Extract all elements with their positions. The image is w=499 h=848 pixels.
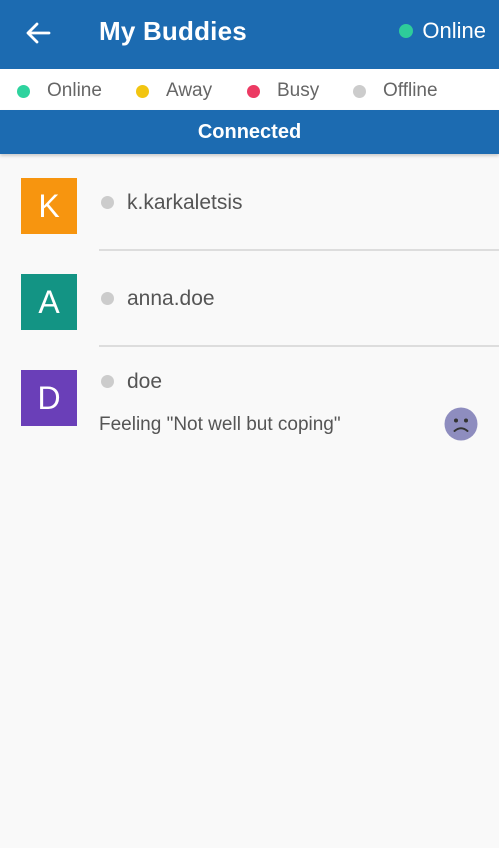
page-title: My Buddies bbox=[99, 16, 247, 46]
connection-status-bar: Connected bbox=[0, 110, 499, 154]
avatar: K bbox=[21, 178, 77, 234]
legend-label: Online bbox=[47, 80, 102, 101]
legend-label: Busy bbox=[277, 80, 320, 101]
legend-label: Away bbox=[166, 80, 213, 101]
legend-online: Online bbox=[17, 80, 102, 102]
sad-face-icon bbox=[444, 407, 478, 441]
status-dot-icon bbox=[399, 24, 414, 38]
buddy-item[interactable]: D doe Feeling "Not well but coping" bbox=[0, 346, 499, 456]
avatar: A bbox=[21, 274, 77, 330]
arrow-left-icon bbox=[26, 22, 51, 44]
buddy-status-dot-icon bbox=[101, 196, 114, 209]
app-bar: My Buddies Online bbox=[0, 0, 499, 69]
my-status-toggle[interactable]: Online bbox=[399, 18, 486, 44]
legend-busy: Busy bbox=[247, 80, 319, 102]
connection-status-label: Connected bbox=[197, 120, 302, 143]
avatar: D bbox=[21, 370, 77, 426]
buddy-name: k.karkaletsis bbox=[127, 191, 243, 214]
back-button[interactable] bbox=[22, 17, 54, 49]
buddy-mood-text: Feeling "Not well but coping" bbox=[99, 414, 341, 435]
buddy-name: anna.doe bbox=[127, 287, 215, 310]
my-status-label: Online bbox=[422, 18, 486, 43]
buddy-item[interactable]: A anna.doe bbox=[0, 250, 499, 347]
offline-dot-icon bbox=[353, 84, 366, 98]
buddy-item[interactable]: K k.karkaletsis bbox=[0, 154, 499, 251]
legend-offline: Offline bbox=[353, 80, 438, 102]
away-dot-icon bbox=[136, 84, 149, 98]
busy-dot-icon bbox=[247, 84, 260, 98]
buddy-status-dot-icon bbox=[101, 292, 114, 305]
status-legend: Online Away Busy Offline bbox=[0, 69, 499, 110]
buddy-name: doe bbox=[127, 370, 163, 393]
legend-label: Offline bbox=[383, 80, 438, 101]
legend-away: Away bbox=[136, 80, 212, 102]
buddy-status-dot-icon bbox=[101, 375, 114, 388]
online-dot-icon bbox=[17, 84, 30, 98]
